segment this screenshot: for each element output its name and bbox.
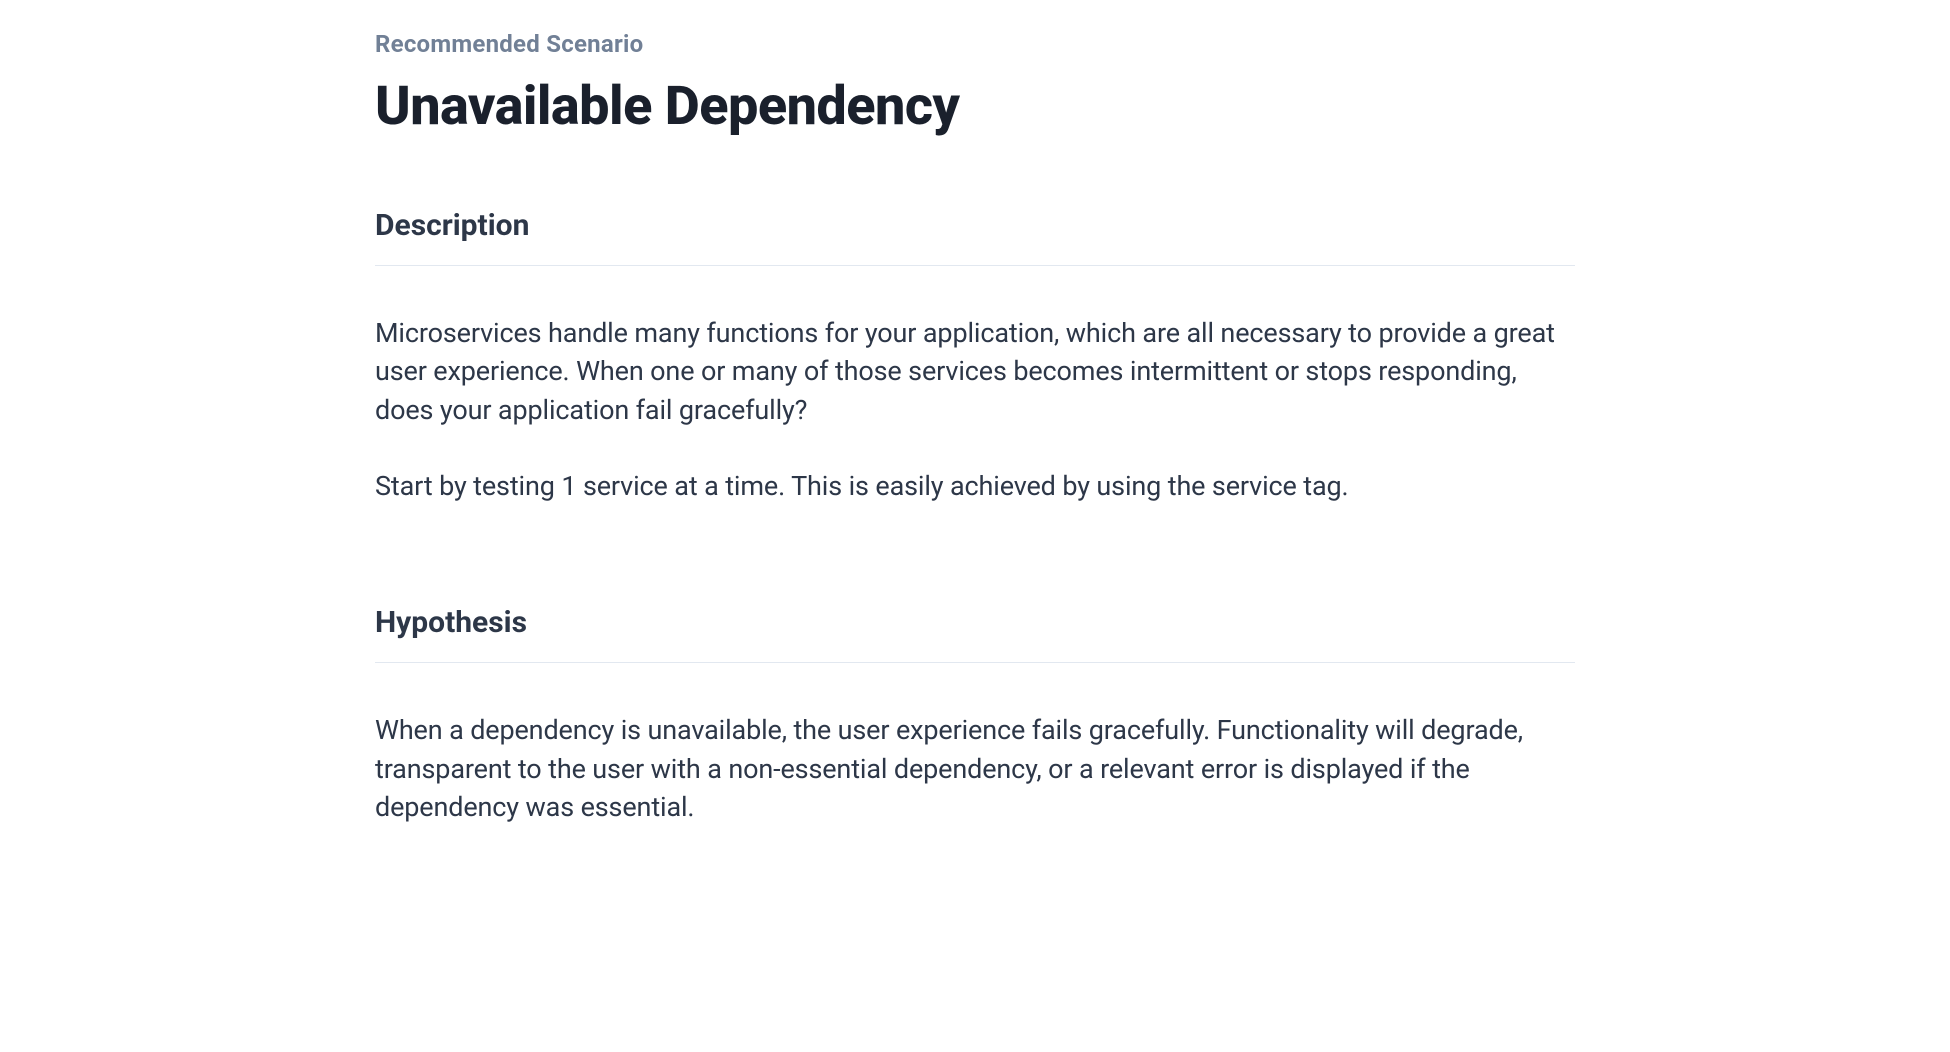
page-title: Unavailable Dependency — [375, 76, 1575, 138]
hypothesis-section: Hypothesis When a dependency is unavaila… — [375, 605, 1575, 826]
description-paragraph-2: Start by testing 1 service at a time. Th… — [375, 467, 1575, 505]
description-heading: Description — [375, 208, 1575, 243]
section-divider — [375, 265, 1575, 266]
hypothesis-paragraph-1: When a dependency is unavailable, the us… — [375, 711, 1575, 826]
section-divider — [375, 662, 1575, 663]
description-paragraph-1: Microservices handle many functions for … — [375, 314, 1575, 429]
hypothesis-heading: Hypothesis — [375, 605, 1575, 640]
eyebrow-label: Recommended Scenario — [375, 30, 1575, 58]
document-container: Recommended Scenario Unavailable Depende… — [280, 30, 1670, 826]
description-section: Description Microservices handle many fu… — [375, 208, 1575, 505]
